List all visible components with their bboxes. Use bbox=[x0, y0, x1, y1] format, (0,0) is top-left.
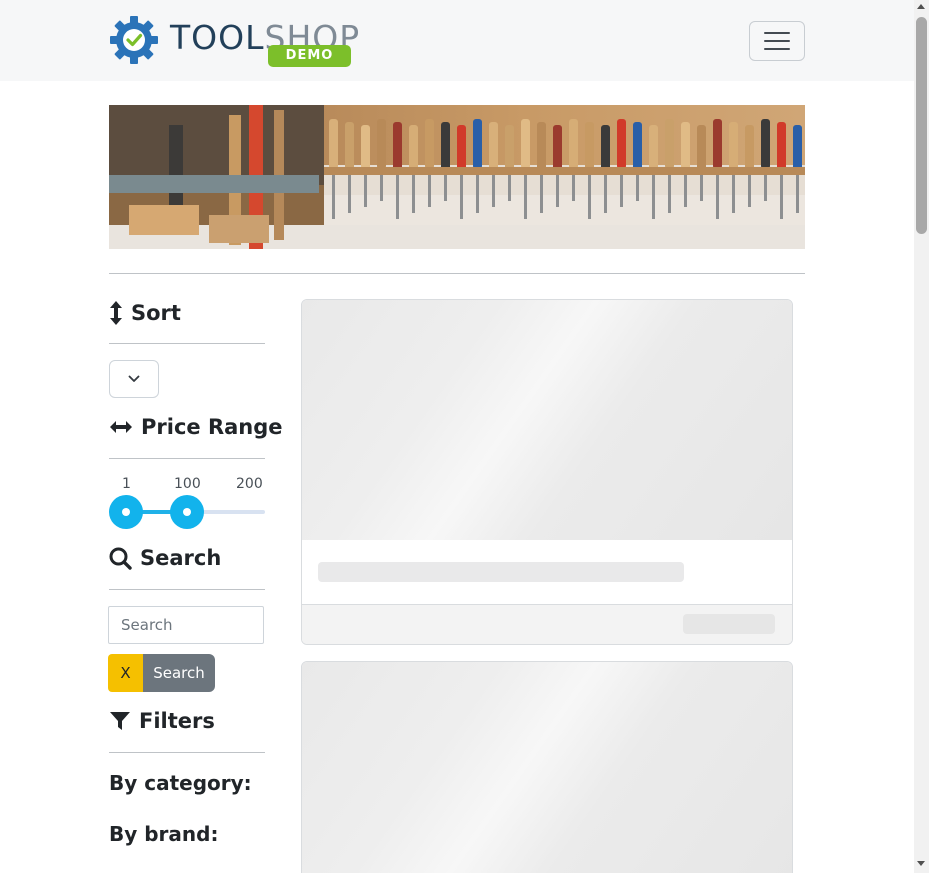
sort-heading: Sort bbox=[109, 300, 181, 326]
product-image-placeholder bbox=[302, 662, 792, 873]
scroll-up-arrow-icon[interactable] bbox=[917, 4, 925, 9]
chevron-down-icon bbox=[128, 375, 140, 382]
magnifier-icon bbox=[109, 547, 132, 570]
divider bbox=[109, 589, 265, 590]
page: TOOLSHOP DEMO Sort Price Range 1 100 200… bbox=[0, 0, 929, 873]
logo-demo-badge: DEMO bbox=[268, 45, 351, 67]
sort-arrows-icon bbox=[110, 301, 122, 325]
range-label-max: 200 bbox=[236, 476, 263, 492]
search-input[interactable] bbox=[108, 606, 264, 644]
range-label-min: 1 bbox=[122, 476, 131, 492]
filter-by-category-label: By category: bbox=[109, 771, 252, 795]
search-button[interactable]: Search bbox=[143, 654, 215, 692]
banner-image bbox=[109, 105, 805, 249]
price-range-labels: 1 100 200 bbox=[109, 476, 269, 496]
funnel-icon bbox=[110, 712, 130, 730]
divider bbox=[109, 458, 265, 459]
hamburger-menu-icon bbox=[764, 32, 790, 34]
product-card-placeholder[interactable] bbox=[301, 661, 793, 873]
divider bbox=[109, 343, 265, 344]
vertical-scrollbar[interactable] bbox=[914, 0, 929, 873]
scrollbar-thumb[interactable] bbox=[916, 17, 927, 234]
horizontal-arrows-icon bbox=[110, 421, 132, 433]
hamburger-menu-button[interactable] bbox=[749, 21, 805, 61]
card-body bbox=[302, 540, 792, 604]
sort-select[interactable] bbox=[109, 360, 159, 398]
price-range-heading: Price Range bbox=[109, 415, 283, 439]
product-price-placeholder bbox=[683, 614, 775, 634]
divider bbox=[109, 752, 265, 753]
card-footer bbox=[302, 604, 792, 644]
scroll-down-arrow-icon[interactable] bbox=[917, 861, 925, 866]
divider bbox=[109, 273, 805, 274]
product-image-placeholder bbox=[302, 300, 792, 540]
search-heading: Search bbox=[109, 546, 221, 570]
navbar: TOOLSHOP DEMO bbox=[0, 0, 914, 81]
clear-search-button[interactable]: X bbox=[108, 654, 143, 692]
product-name-placeholder bbox=[318, 562, 684, 582]
product-card-placeholder[interactable] bbox=[301, 299, 793, 645]
gear-check-icon bbox=[110, 16, 158, 64]
range-label-mid: 100 bbox=[174, 476, 201, 492]
filters-heading: Filters bbox=[109, 709, 215, 733]
toolshop-logo[interactable]: TOOLSHOP DEMO bbox=[108, 12, 359, 68]
price-slider-max-handle[interactable] bbox=[170, 495, 204, 529]
price-slider-min-handle[interactable] bbox=[109, 495, 143, 529]
filter-by-brand-label: By brand: bbox=[109, 822, 219, 846]
